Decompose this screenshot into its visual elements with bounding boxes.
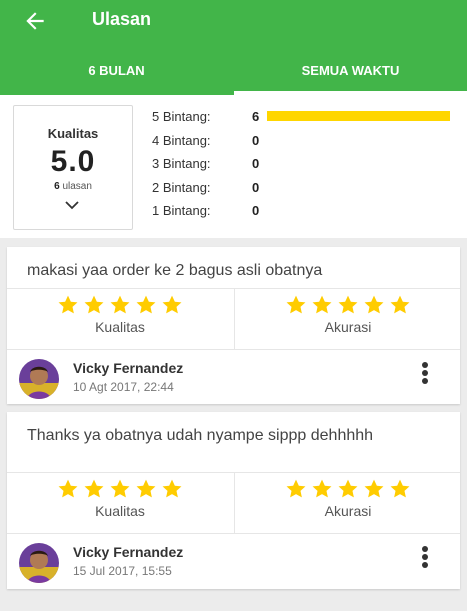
star-icon [338, 295, 358, 314]
average-score: 5.0 [50, 145, 96, 178]
reviewer-info: Vicky Fernandez 15 Jul 2017, 15:55 [7, 532, 460, 590]
star-level-bar [267, 111, 450, 121]
star-icon [58, 295, 78, 314]
star-level-label: 1 Bintang: [152, 203, 211, 218]
chevron-down-icon[interactable] [64, 200, 80, 210]
quality-stars [7, 294, 233, 316]
accuracy-rating: Akurasi [234, 473, 461, 533]
review-card: makasi yaa order ke 2 bagus asli obatnya… [7, 247, 460, 404]
review-text: Thanks ya obatnya udah nyampe sippp dehh… [27, 427, 374, 444]
star-icon [286, 295, 306, 314]
reviewer-name[interactable]: Vicky Fernandez [73, 360, 183, 376]
accuracy-stars [235, 478, 461, 500]
star-icon [338, 479, 358, 498]
star-level-count: 6 [252, 109, 260, 124]
star-icon [390, 479, 410, 498]
review-date: 10 Agt 2017, 22:44 [73, 380, 174, 394]
reviewer-info: Vicky Fernandez 10 Agt 2017, 22:44 [7, 348, 460, 406]
review-count: 6 ulasan [54, 181, 92, 192]
avatar[interactable] [19, 359, 59, 399]
star-icon [136, 479, 156, 498]
star-icon [162, 479, 182, 498]
star-icon [58, 479, 78, 498]
star-level-label: 3 Bintang: [152, 156, 211, 171]
star-level-count: 0 [252, 203, 260, 218]
quality-rating: Kualitas [7, 289, 233, 349]
reviewer-name[interactable]: Vicky Fernandez [73, 544, 183, 560]
more-vert-icon[interactable] [417, 360, 433, 388]
review-date: 15 Jul 2017, 15:55 [73, 564, 172, 578]
star-level-count: 0 [252, 132, 260, 148]
star-icon [84, 479, 104, 498]
review-text: makasi yaa order ke 2 bagus asli obatnya [27, 262, 323, 279]
star-icon [84, 295, 104, 314]
review-card: Thanks ya obatnya udah nyampe sippp dehh… [7, 412, 460, 589]
accuracy-label: Akurasi [324, 319, 372, 335]
quality-label: Kualitas [95, 503, 145, 519]
review-ratings: Kualitas Akurasi [7, 472, 460, 534]
star-level-label: 4 Bintang: [152, 132, 211, 148]
star-level-bar [267, 158, 450, 168]
review-ratings: Kualitas Akurasi [7, 288, 460, 350]
rating-summary: Kualitas 5.0 6 ulasan 5 Bintang: 6 4 Binta… [0, 95, 467, 238]
star-level-bar [267, 135, 450, 145]
star-level-bar [267, 205, 450, 215]
quality-stars [7, 478, 233, 500]
quality-label: Kualitas [95, 319, 145, 335]
star-icon [364, 479, 384, 498]
page-title: Ulasan [92, 9, 152, 29]
star-icon [364, 295, 384, 314]
star-icon [110, 479, 130, 498]
accuracy-stars [235, 294, 461, 316]
back-arrow-icon[interactable] [22, 8, 48, 34]
star-icon [136, 295, 156, 314]
star-level-label: 5 Bintang: [152, 109, 211, 124]
star-level-bar-fill [267, 111, 450, 121]
accuracy-label: Akurasi [324, 503, 372, 519]
app-bar: Ulasan 6 BULAN SEMUA WAKTU [0, 0, 467, 95]
star-icon [286, 479, 306, 498]
star-icon [312, 295, 332, 314]
star-level-count: 0 [252, 156, 260, 171]
quality-rating: Kualitas [7, 473, 233, 533]
star-icon [312, 479, 332, 498]
star-level-bar [267, 182, 450, 192]
avatar[interactable] [19, 543, 59, 583]
more-vert-icon[interactable] [417, 544, 433, 572]
star-icon [110, 295, 130, 314]
star-level-count: 0 [252, 179, 260, 195]
accuracy-rating: Akurasi [234, 289, 461, 349]
quality-score-box[interactable]: Kualitas 5.0 6 ulasan [13, 105, 133, 230]
score-label: Kualitas [47, 126, 99, 141]
star-icon [162, 295, 182, 314]
star-level-label: 2 Bintang: [152, 179, 211, 195]
tab-6-bulan[interactable]: 6 BULAN [0, 52, 233, 95]
tab-semua-waktu[interactable]: SEMUA WAKTU [234, 52, 467, 95]
star-icon [390, 295, 410, 314]
